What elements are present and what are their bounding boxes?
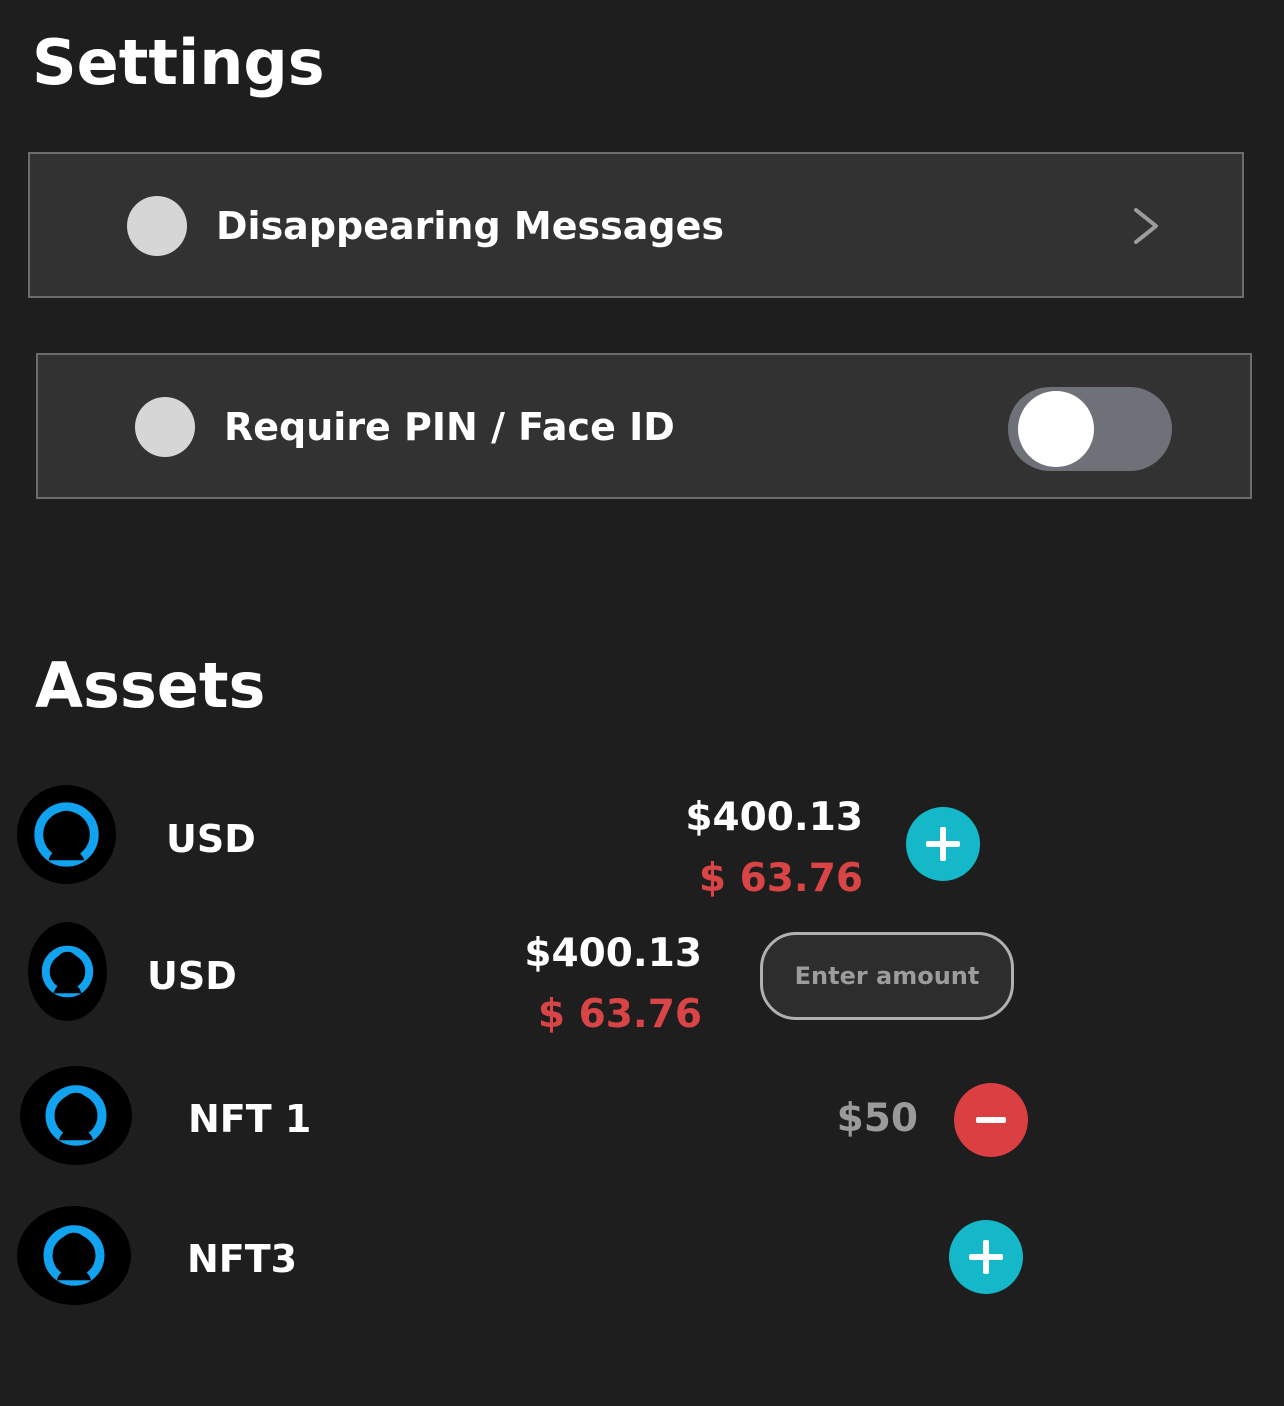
asset-value: $50	[836, 1096, 918, 1141]
setting-icon-placeholder	[127, 196, 187, 256]
avatar-icon	[28, 922, 107, 1021]
settings-title: Settings	[32, 26, 325, 99]
assets-title: Assets	[35, 649, 266, 722]
asset-name: USD	[147, 954, 237, 998]
require-pin-label: Require PIN / Face ID	[224, 405, 675, 449]
setting-icon-placeholder	[135, 397, 195, 457]
amount-input[interactable]	[760, 932, 1014, 1020]
disappearing-messages-label: Disappearing Messages	[216, 204, 724, 248]
disappearing-messages-row[interactable]: Disappearing Messages	[28, 152, 1244, 298]
asset-name: NFT 1	[188, 1097, 312, 1141]
asset-value: $400.13	[685, 795, 863, 840]
remove-asset-button[interactable]	[954, 1083, 1028, 1157]
avatar-icon	[20, 1066, 132, 1165]
chevron-right-icon	[1134, 208, 1158, 244]
require-pin-toggle[interactable]	[1008, 387, 1172, 471]
plus-icon	[926, 827, 960, 861]
asset-value: $400.13	[524, 931, 702, 976]
add-asset-button[interactable]	[949, 1220, 1023, 1294]
minus-icon	[976, 1117, 1006, 1123]
asset-change: $ 63.76	[537, 992, 702, 1037]
add-asset-button[interactable]	[906, 807, 980, 881]
toggle-knob	[1018, 391, 1094, 467]
avatar-icon	[17, 1206, 131, 1305]
asset-name: NFT3	[187, 1237, 298, 1281]
plus-icon	[969, 1240, 1003, 1274]
asset-change: $ 63.76	[698, 856, 863, 901]
require-pin-row: Require PIN / Face ID	[36, 353, 1252, 499]
avatar-icon	[17, 785, 116, 884]
asset-name: USD	[166, 817, 256, 861]
